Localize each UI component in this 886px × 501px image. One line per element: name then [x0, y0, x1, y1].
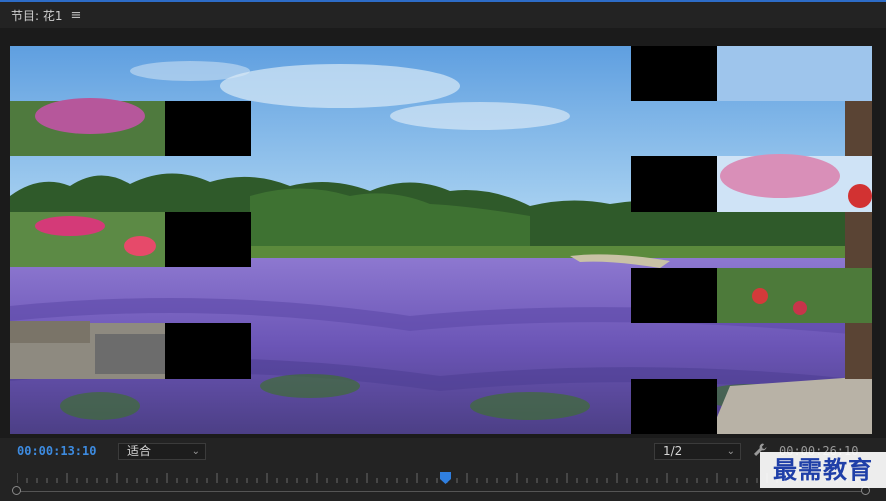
- timeline-scrubber[interactable]: [0, 468, 886, 501]
- chevron-down-icon: ⌄: [726, 446, 735, 457]
- playhead-icon[interactable]: [440, 472, 452, 484]
- current-timecode[interactable]: 00:00:13:10: [17, 444, 96, 458]
- panel-title[interactable]: 节目: 花1: [11, 7, 63, 24]
- program-monitor-header: 节目: 花1 ≡: [0, 2, 886, 28]
- video-frame-image: [10, 46, 872, 434]
- playback-resolution-value: 1/2: [663, 444, 683, 458]
- playback-resolution-select[interactable]: 1/2 ⌄: [654, 443, 741, 460]
- in-point-handle[interactable]: [12, 486, 21, 495]
- watermark-logo: 最需教育: [760, 452, 886, 488]
- scrubber-track: [17, 491, 866, 492]
- zoom-fit-select[interactable]: 适合 ⌄: [118, 443, 206, 460]
- hamburger-icon[interactable]: ≡: [71, 8, 82, 23]
- zoom-fit-value: 适合: [127, 444, 152, 458]
- playback-controls: 00:00:13:10 适合 ⌄ 1/2 ⌄ 00:00:26:10: [0, 440, 886, 464]
- video-preview: [10, 46, 872, 434]
- chevron-down-icon: ⌄: [191, 446, 200, 457]
